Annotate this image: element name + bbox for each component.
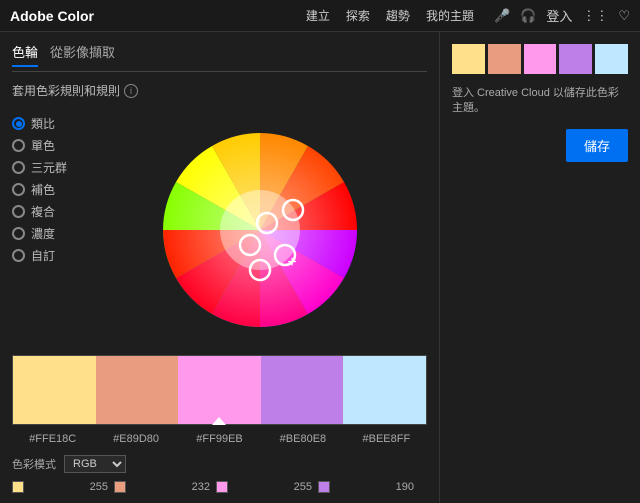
radio-custom-circle [12,249,25,262]
rule-label: 套用色彩規則和規則 i [12,82,427,99]
mini-preview-3 [559,44,592,74]
color-wheel[interactable]: + [145,115,375,345]
heart-icon[interactable]: ♡ [618,8,630,24]
nav-links: 建立 探索 趨勢 我的主題 [306,7,474,24]
mic-icon[interactable]: 🎤 [494,8,510,24]
rule-compound[interactable]: 複合 [12,203,82,220]
mini-swatches-preview [452,44,628,74]
hex-values-row: #FFE18C #E89D80 #FF99EB #BE80E8 #BEE8FF [12,431,427,445]
radio-shade-circle [12,227,25,240]
val-r-2: 255 [287,481,312,493]
mini-swatch-3 [318,481,330,493]
rule-shade[interactable]: 濃度 [12,225,82,242]
rule-triad[interactable]: 三元群 [12,159,82,176]
nav-explore[interactable]: 探索 [346,7,370,24]
cursor-plus: + [287,254,296,271]
hex-1[interactable]: #E89D80 [95,433,176,445]
mini-preview-0 [452,44,485,74]
swatch-4[interactable] [343,356,426,424]
radio-analogy-circle [12,117,25,130]
radio-mono-circle [12,139,25,152]
nav-mytheme[interactable]: 我的主題 [426,7,474,24]
radio-compound-circle [12,205,25,218]
save-button[interactable]: 儲存 [566,129,628,162]
hex-3[interactable]: #BE80E8 [262,433,343,445]
mini-swatch-0 [12,481,24,493]
tab-color-wheel[interactable]: 色輪 [12,42,38,67]
tab-image-extract[interactable]: 從影像擷取 [50,42,115,67]
swatch-0[interactable] [13,356,96,424]
swatch-2[interactable] [178,356,261,424]
color-mode-select[interactable]: RGB HSB Lab CMYK [64,455,126,473]
nav-build[interactable]: 建立 [306,7,330,24]
swatches-strip [12,355,427,425]
mini-preview-2 [524,44,557,74]
cloud-save-text: 登入 Creative Cloud 以儲存此色彩主題。 [452,86,628,117]
header: Adobe Color 建立 探索 趨勢 我的主題 🎤 🎧 登入 ⋮⋮ ♡ [0,0,640,32]
left-panel: 色輪 從影像擷取 套用色彩規則和規則 i 類比 單色 [0,32,440,503]
mini-swatch-1 [114,481,126,493]
rule-options: 類比 單色 三元群 補色 複合 [12,115,82,345]
right-panel: 登入 Creative Cloud 以儲存此色彩主題。 儲存 [440,32,640,503]
grid-icon[interactable]: ⋮⋮ [582,8,608,24]
hex-0[interactable]: #FFE18C [12,433,93,445]
rule-section: 套用色彩規則和規則 i [12,82,427,105]
tabs: 色輪 從影像擷取 [12,42,427,72]
mini-preview-1 [488,44,521,74]
app-logo: Adobe Color [10,8,94,24]
radio-triad-circle [12,161,25,174]
mini-swatch-2 [216,481,228,493]
mini-preview-4 [595,44,628,74]
headset-icon[interactable]: 🎧 [520,8,536,24]
val-r-1: 232 [185,481,210,493]
rule-custom[interactable]: 自訂 [12,247,82,264]
hex-2[interactable]: #FF99EB [179,433,260,445]
color-mode-label: 色彩模式 [12,456,56,472]
hex-4[interactable]: #BEE8FF [346,433,427,445]
swatch-active-indicator [212,417,226,425]
swatch-1[interactable] [96,356,179,424]
signin-link[interactable]: 登入 [546,6,572,25]
rule-analogy[interactable]: 類比 [12,115,82,132]
rule-mono[interactable]: 單色 [12,137,82,154]
val-r-0: 255 [83,481,108,493]
rule-complement[interactable]: 補色 [12,181,82,198]
nav-trend[interactable]: 趨勢 [386,7,410,24]
val-r-3: 190 [389,481,414,493]
header-icons: 🎤 🎧 登入 ⋮⋮ ♡ [494,6,630,25]
swatch-3[interactable] [261,356,344,424]
color-wheel-container[interactable]: + [92,115,427,345]
info-icon[interactable]: i [124,84,138,98]
radio-complement-circle [12,183,25,196]
main-layout: 色輪 從影像擷取 套用色彩規則和規則 i 類比 單色 [0,32,640,503]
